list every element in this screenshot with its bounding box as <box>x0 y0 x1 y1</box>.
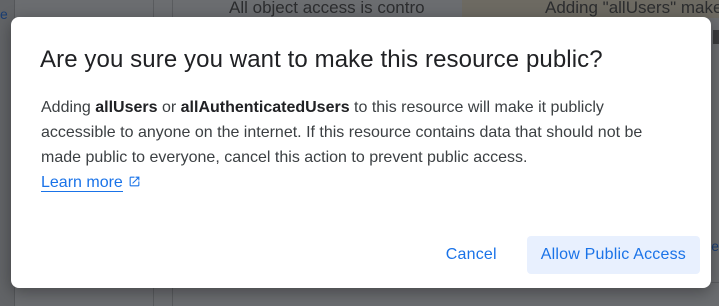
body-term-allauthenticatedusers: allAuthenticatedUsers <box>180 99 350 116</box>
public-access-confirm-dialog: Are you sure you want to make this resou… <box>11 17 711 288</box>
learn-more-link[interactable]: Learn more <box>41 174 123 192</box>
learn-more-label: Learn more <box>41 174 123 191</box>
cancel-button[interactable]: Cancel <box>432 236 511 274</box>
allow-public-access-button[interactable]: Allow Public Access <box>526 236 700 274</box>
background-right-link: e <box>711 238 719 254</box>
body-or: or <box>157 99 181 116</box>
dialog-body: Adding allUsers or allAuthenticatedUsers… <box>41 95 681 196</box>
background-info-text: All object access is contro <box>229 0 425 17</box>
background-link: e <box>0 6 8 22</box>
external-link-icon[interactable] <box>128 171 141 196</box>
body-intro: Adding <box>41 99 96 116</box>
dialog-title: Are you sure you want to make this resou… <box>40 46 603 73</box>
background-warning-text: Adding "allUsers" make <box>545 0 719 17</box>
body-term-allusers: allUsers <box>95 99 158 116</box>
dialog-actions: Cancel Allow Public Access <box>432 236 700 274</box>
background-edge-control <box>713 30 719 44</box>
